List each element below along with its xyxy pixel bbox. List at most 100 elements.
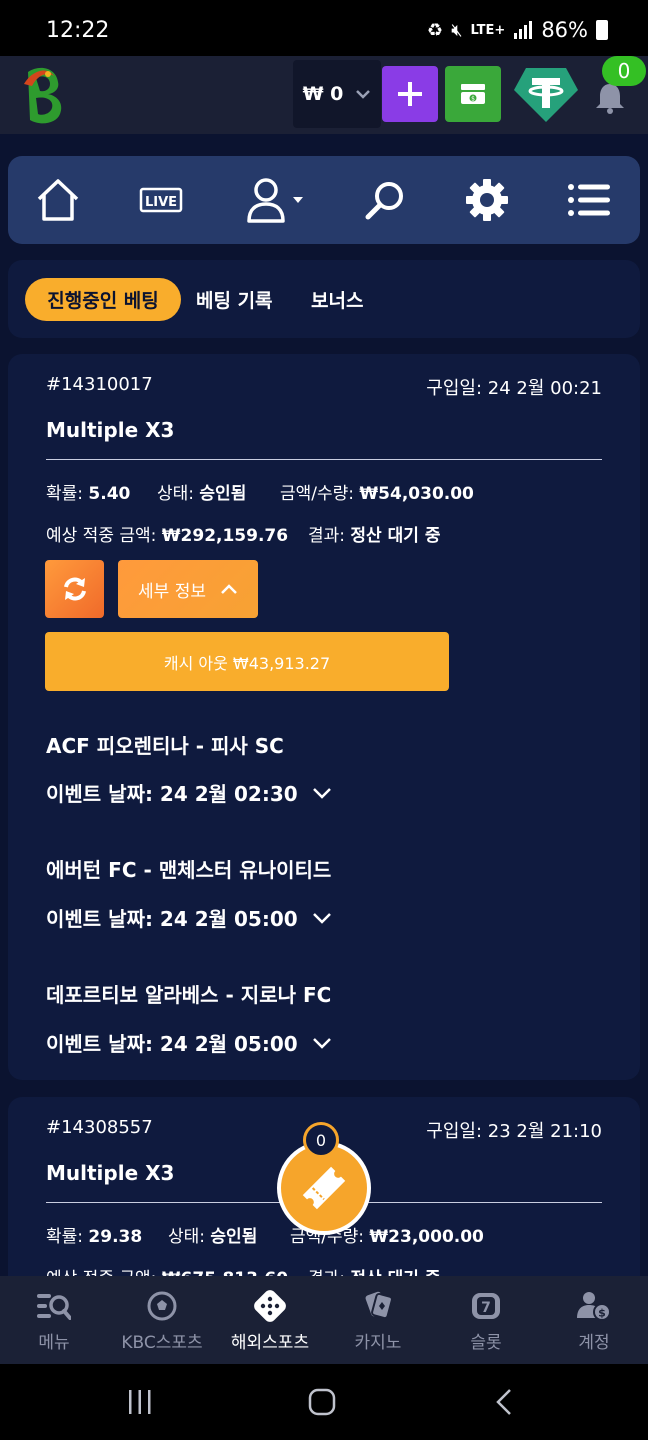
status-time: 12:22 xyxy=(46,18,110,43)
list-menu-icon xyxy=(568,184,610,216)
chevron-down-icon xyxy=(312,1037,331,1049)
account-menu-button[interactable] xyxy=(240,156,310,244)
user-icon xyxy=(247,178,285,223)
battery-saver-icon: ♻ xyxy=(427,19,444,41)
live-icon: LIVE xyxy=(139,187,183,213)
plus-icon xyxy=(398,82,422,106)
live-button[interactable]: LIVE xyxy=(134,156,188,244)
slot-seven-icon: 7 xyxy=(472,1293,500,1319)
brand-logo[interactable] xyxy=(18,64,70,126)
expected-value: ₩292,159.76 xyxy=(161,526,289,546)
svg-text:7: 7 xyxy=(481,1300,491,1316)
odds-label: 확률: xyxy=(46,1227,84,1247)
quick-nav-bar: LIVE xyxy=(8,156,640,244)
balance-dropdown[interactable]: ₩ 0 xyxy=(293,60,381,128)
tab-bet-history[interactable]: 베팅 기록 xyxy=(196,278,273,321)
signal-icon xyxy=(514,21,533,39)
tether-icon[interactable] xyxy=(512,64,580,124)
more-menu-button[interactable] xyxy=(564,156,614,244)
event-date-toggle[interactable]: 이벤트 날짜: 24 2월 05:00 xyxy=(46,903,332,932)
bet-tabs: 진행중인 베팅 베팅 기록 보너스 xyxy=(8,260,640,338)
bet-card: #14310017 구입일: 24 2월 00:21 Multiple X3 확… xyxy=(8,354,640,1080)
event-date: 이벤트 날짜: 24 2월 05:00 xyxy=(46,907,298,931)
nav-label: 슬롯 xyxy=(470,1333,502,1353)
search-icon xyxy=(365,182,403,220)
nav-label: 메뉴 xyxy=(38,1333,70,1353)
status-label: 상태: xyxy=(157,484,195,504)
event-date-toggle[interactable]: 이벤트 날짜: 24 2월 02:30 xyxy=(46,778,332,807)
settings-button[interactable] xyxy=(460,156,514,244)
cashier-button[interactable]: $ xyxy=(445,66,501,122)
amount-value: ₩23,000.00 xyxy=(369,1227,484,1247)
odds-value: 5.40 xyxy=(88,484,131,504)
chevron-down-icon xyxy=(356,90,371,99)
status-icons: ♻ 🔇︎ LTE+ 86% xyxy=(427,18,608,42)
details-label: 세부 정보 xyxy=(138,581,206,602)
nav-account[interactable]: $ 계정 xyxy=(540,1276,648,1364)
refresh-button[interactable] xyxy=(45,560,104,618)
odds-info: 확률: 29.38 xyxy=(46,1222,142,1247)
dice-icon xyxy=(254,1290,286,1322)
nav-menu[interactable]: 메뉴 xyxy=(0,1276,108,1364)
nav-slots[interactable]: 7 슬롯 xyxy=(432,1276,540,1364)
expected-label: 예상 적중 금액: xyxy=(46,526,157,546)
home-nav-icon[interactable] xyxy=(308,1388,336,1416)
nav-overseas-sports[interactable]: 해외스포츠 xyxy=(216,1276,324,1364)
odds-label: 확률: xyxy=(46,484,84,504)
amount-info: 금액/수량: ₩54,030.00 xyxy=(280,479,474,504)
result-info: 결과: 정산 대기 중 xyxy=(308,521,440,546)
nav-kbc-sports[interactable]: KBC스포츠 xyxy=(108,1276,216,1364)
event-date: 이벤트 날짜: 24 2월 05:00 xyxy=(46,1032,298,1056)
status-label: 상태: xyxy=(168,1227,206,1247)
nav-label: 계정 xyxy=(578,1333,610,1353)
bet-id: #14308557 xyxy=(46,1117,153,1138)
recent-apps-icon[interactable] xyxy=(126,1388,154,1416)
battery-percent: 86% xyxy=(541,18,588,42)
back-icon[interactable] xyxy=(492,1388,516,1416)
amount-label: 금액/수량: xyxy=(280,484,355,504)
chevron-up-icon xyxy=(221,584,237,594)
cards-icon xyxy=(365,1291,393,1320)
nav-label: KBC스포츠 xyxy=(121,1333,203,1353)
bet-title: Multiple X3 xyxy=(46,1161,175,1185)
svg-text:$: $ xyxy=(471,96,475,103)
status-info: 상태: 승인됨 xyxy=(168,1222,257,1247)
purchase-date: 구입일: 24 2월 00:21 xyxy=(426,378,602,399)
nav-label: 카지노 xyxy=(354,1333,402,1353)
menu-search-icon xyxy=(37,1294,71,1320)
battery-icon xyxy=(596,20,608,40)
network-type: LTE+ xyxy=(470,22,506,38)
notification-bell-icon[interactable] xyxy=(595,82,625,114)
deposit-plus-button[interactable] xyxy=(382,66,438,122)
system-nav-bar xyxy=(0,1364,648,1440)
event-date-toggle[interactable]: 이벤트 날짜: 24 2월 05:00 xyxy=(46,1028,332,1057)
notification-count-badge: 0 xyxy=(602,56,646,86)
betslip-count-badge: 0 xyxy=(303,1122,339,1158)
result-label: 결과: xyxy=(308,526,346,546)
status-value: 승인됨 xyxy=(210,1227,258,1247)
search-button[interactable] xyxy=(360,156,410,244)
home-icon xyxy=(37,179,79,221)
amount-value: ₩54,030.00 xyxy=(359,484,474,504)
divider xyxy=(46,459,602,460)
tab-active-bets[interactable]: 진행중인 베팅 xyxy=(25,278,181,321)
cash-out-button[interactable]: 캐시 아웃 ₩43,913.27 xyxy=(45,632,449,691)
refresh-icon xyxy=(63,577,86,601)
svg-text:$: $ xyxy=(598,1307,606,1320)
details-toggle-button[interactable]: 세부 정보 xyxy=(118,560,258,618)
account-money-icon: $ xyxy=(577,1292,611,1321)
ticket-icon xyxy=(302,1166,346,1210)
caret-down-icon xyxy=(293,197,303,203)
status-value: 승인됨 xyxy=(199,484,247,504)
status-info: 상태: 승인됨 xyxy=(157,479,246,504)
event-name: 에버턴 FC - 맨체스터 유나이티드 xyxy=(46,858,332,882)
gear-icon xyxy=(466,179,508,221)
nav-casino[interactable]: 카지노 xyxy=(324,1276,432,1364)
bottom-nav: 메뉴 KBC스포츠 해외스포츠 카지노 7 슬롯 $ 계정 xyxy=(0,1276,648,1364)
mute-icon: 🔇︎ xyxy=(451,19,463,41)
balance-value: ₩ 0 xyxy=(302,83,344,105)
tab-bonus[interactable]: 보너스 xyxy=(311,278,363,321)
chevron-down-icon xyxy=(312,787,331,799)
home-button[interactable] xyxy=(28,156,88,244)
nav-label: 해외스포츠 xyxy=(230,1333,310,1353)
